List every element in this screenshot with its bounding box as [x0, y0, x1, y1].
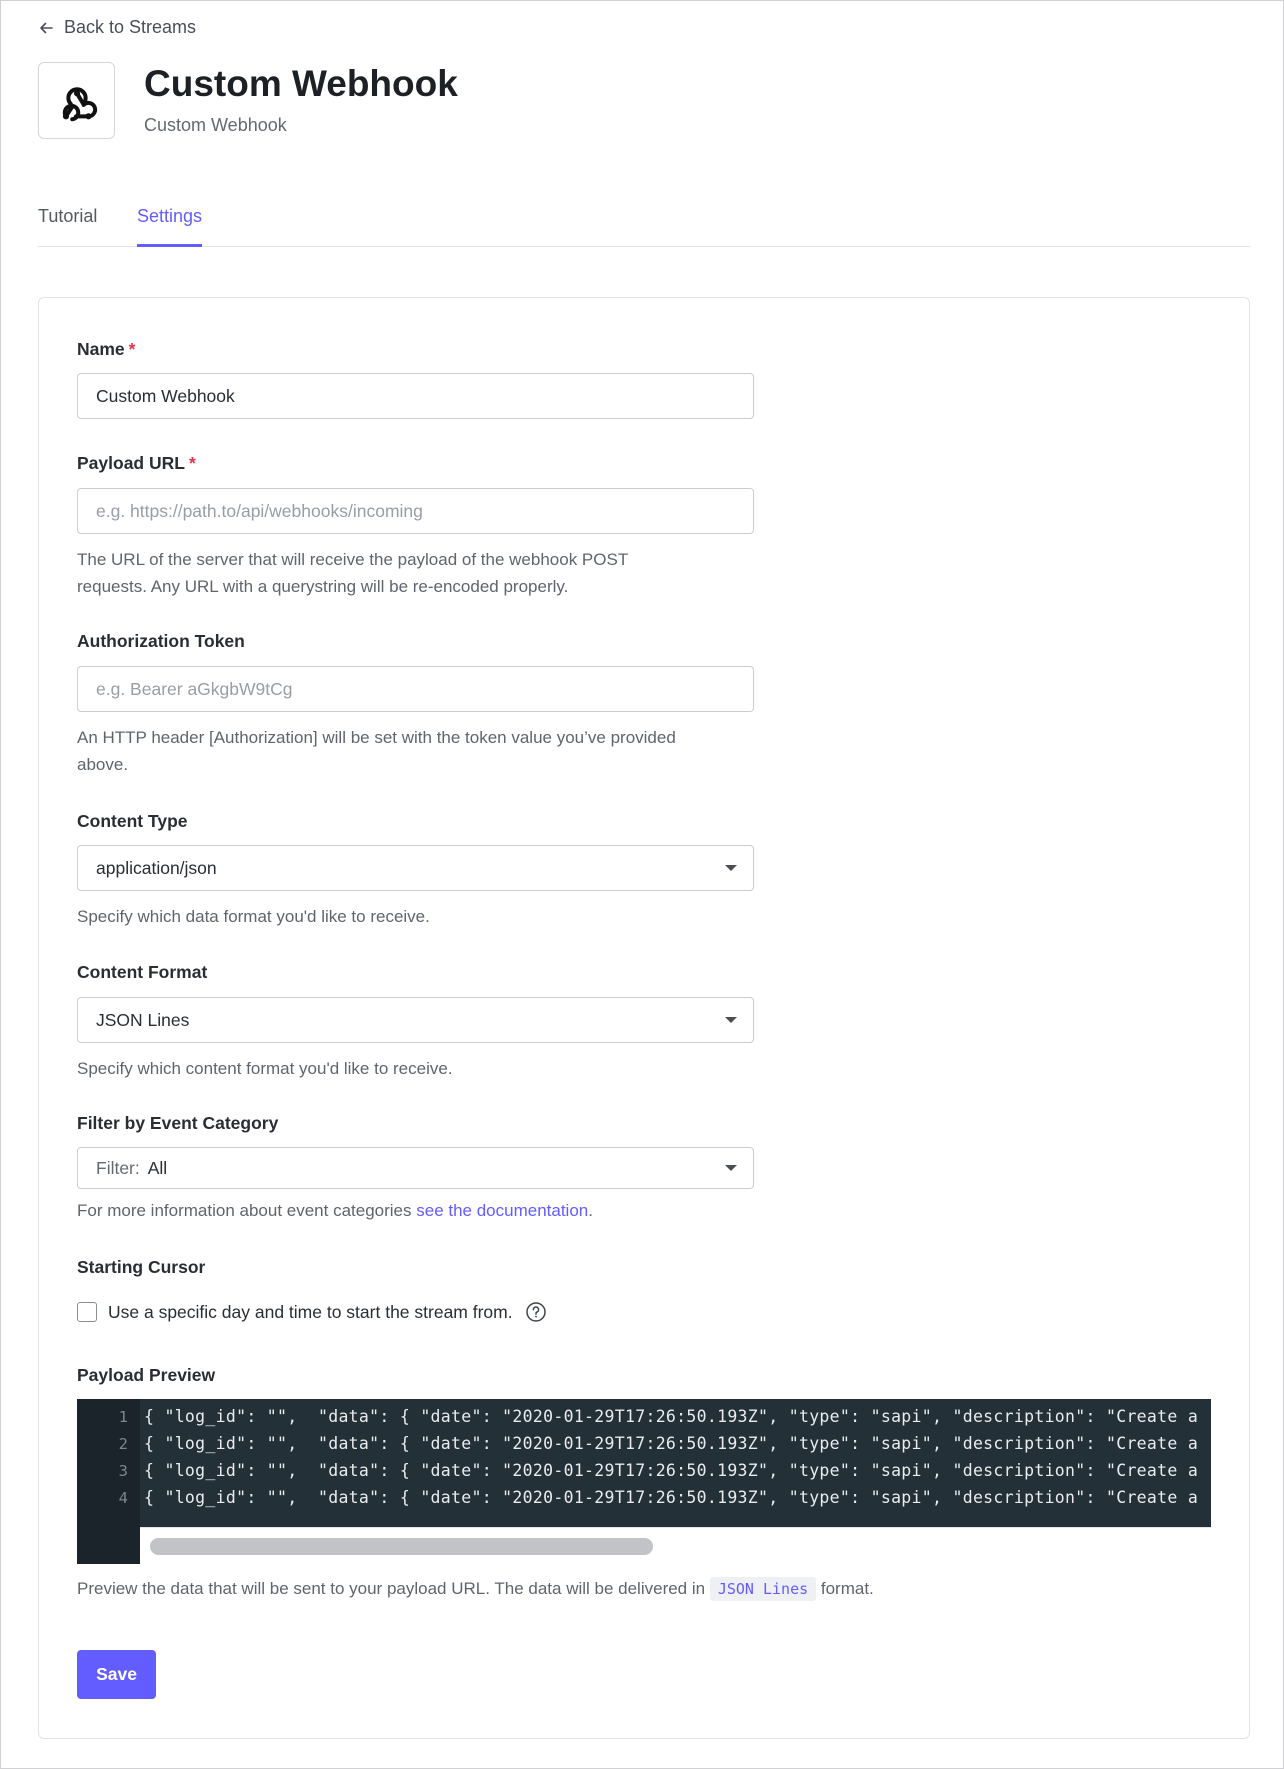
- required-mark: *: [128, 339, 136, 359]
- caret-down-icon: [725, 1165, 737, 1171]
- payload-url-help-line-2: requests. Any URL with a querystring wil…: [77, 577, 569, 596]
- content-type-value: application/json: [96, 857, 217, 878]
- auth-token-help-line-1: An HTTP header [Authorization] will be s…: [77, 728, 676, 747]
- webhook-icon: [62, 86, 97, 121]
- help-circle-icon[interactable]: [525, 1301, 547, 1323]
- arrow-left-icon: [40, 22, 53, 33]
- payload-preview-help: Preview the data that will be sent to yo…: [77, 1575, 1077, 1603]
- content-format-help: Specify which content format you'd like …: [77, 1059, 453, 1078]
- auth-token-help-line-2: above.: [77, 755, 129, 774]
- code-line: { "log_id": "", "data": { "date": "2020-…: [144, 1488, 1199, 1507]
- json-lines-code: JSON Lines: [709, 1577, 817, 1601]
- documentation-link[interactable]: see the documentation: [416, 1201, 588, 1220]
- stream-logo: [38, 62, 115, 139]
- code-line: { "log_id": "", "data": { "date": "2020-…: [144, 1434, 1199, 1453]
- tab-bar: Tutorial Settings: [38, 206, 1250, 247]
- caret-down-icon: [725, 865, 737, 871]
- name-input[interactable]: [77, 373, 754, 419]
- required-mark: *: [188, 453, 196, 473]
- event-category-filter-select[interactable]: Filter: All: [77, 1147, 754, 1189]
- content-type-help: Specify which data format you'd like to …: [77, 907, 430, 926]
- starting-cursor-label: Starting Cursor: [77, 1257, 206, 1277]
- starting-cursor-checkbox[interactable]: [77, 1302, 97, 1322]
- page-frame: Back to Streams Custom Webhook Custom We…: [0, 0, 1284, 1769]
- auth-token-help: An HTTP header [Authorization] will be s…: [77, 724, 757, 778]
- horizontal-scrollbar[interactable]: [140, 1527, 1211, 1564]
- payload-url-help: The URL of the server that will receive …: [77, 546, 757, 600]
- name-label-text: Name: [77, 339, 125, 359]
- name-label: Name *: [77, 339, 135, 360]
- line-number: 2: [118, 1435, 128, 1453]
- back-to-streams-link[interactable]: Back to Streams: [38, 17, 196, 38]
- scrollbar-thumb[interactable]: [150, 1538, 653, 1555]
- content-format-label: Content Format: [77, 962, 208, 982]
- payload-url-help-line-1: The URL of the server that will receive …: [77, 550, 629, 569]
- caret-down-icon: [725, 1017, 737, 1023]
- auth-token-input[interactable]: [77, 666, 754, 712]
- payload-url-label-text: Payload URL: [77, 453, 185, 473]
- payload-url-label: Payload URL *: [77, 453, 196, 474]
- line-number-gutter: 1 2 3 4: [77, 1399, 140, 1564]
- auth-token-label: Authorization Token: [77, 631, 245, 651]
- starting-cursor-checkbox-label[interactable]: Use a specific day and time to start the…: [108, 1302, 513, 1323]
- page-title: Custom Webhook: [144, 63, 458, 104]
- filter-help: For more information about event categor…: [77, 1197, 757, 1224]
- content-format-select[interactable]: JSON Lines: [77, 997, 754, 1043]
- back-link-label: Back to Streams: [64, 17, 197, 37]
- tab-settings[interactable]: Settings: [137, 206, 203, 247]
- content-type-label: Content Type: [77, 811, 188, 831]
- filter-help-text: For more information about event categor…: [77, 1201, 417, 1220]
- payload-preview-editor[interactable]: 1 2 3 4 { "log_id": "", "data": { "date"…: [77, 1399, 1211, 1564]
- line-number: 1: [118, 1408, 128, 1426]
- payload-preview-help-text: Preview the data that will be sent to yo…: [77, 1579, 710, 1598]
- payload-preview-label: Payload Preview: [77, 1365, 216, 1385]
- payload-preview-help-suffix: format.: [816, 1579, 874, 1598]
- filter-prefix: Filter:: [96, 1157, 140, 1178]
- filter-help-suffix: .: [588, 1201, 593, 1220]
- save-button[interactable]: Save: [77, 1650, 156, 1699]
- starting-cursor-row: Use a specific day and time to start the…: [77, 1301, 547, 1323]
- filter-value: All: [147, 1157, 168, 1178]
- code-line: { "log_id": "", "data": { "date": "2020-…: [144, 1461, 1199, 1480]
- content-format-value: JSON Lines: [96, 1009, 190, 1030]
- content-type-select[interactable]: application/json: [77, 845, 754, 891]
- line-number: 4: [118, 1489, 128, 1507]
- page-subtitle: Custom Webhook: [144, 115, 287, 135]
- filter-label: Filter by Event Category: [77, 1113, 279, 1133]
- tab-tutorial[interactable]: Tutorial: [38, 206, 97, 246]
- line-number: 3: [118, 1462, 128, 1480]
- code-line: { "log_id": "", "data": { "date": "2020-…: [144, 1407, 1199, 1426]
- payload-url-input[interactable]: [77, 488, 754, 534]
